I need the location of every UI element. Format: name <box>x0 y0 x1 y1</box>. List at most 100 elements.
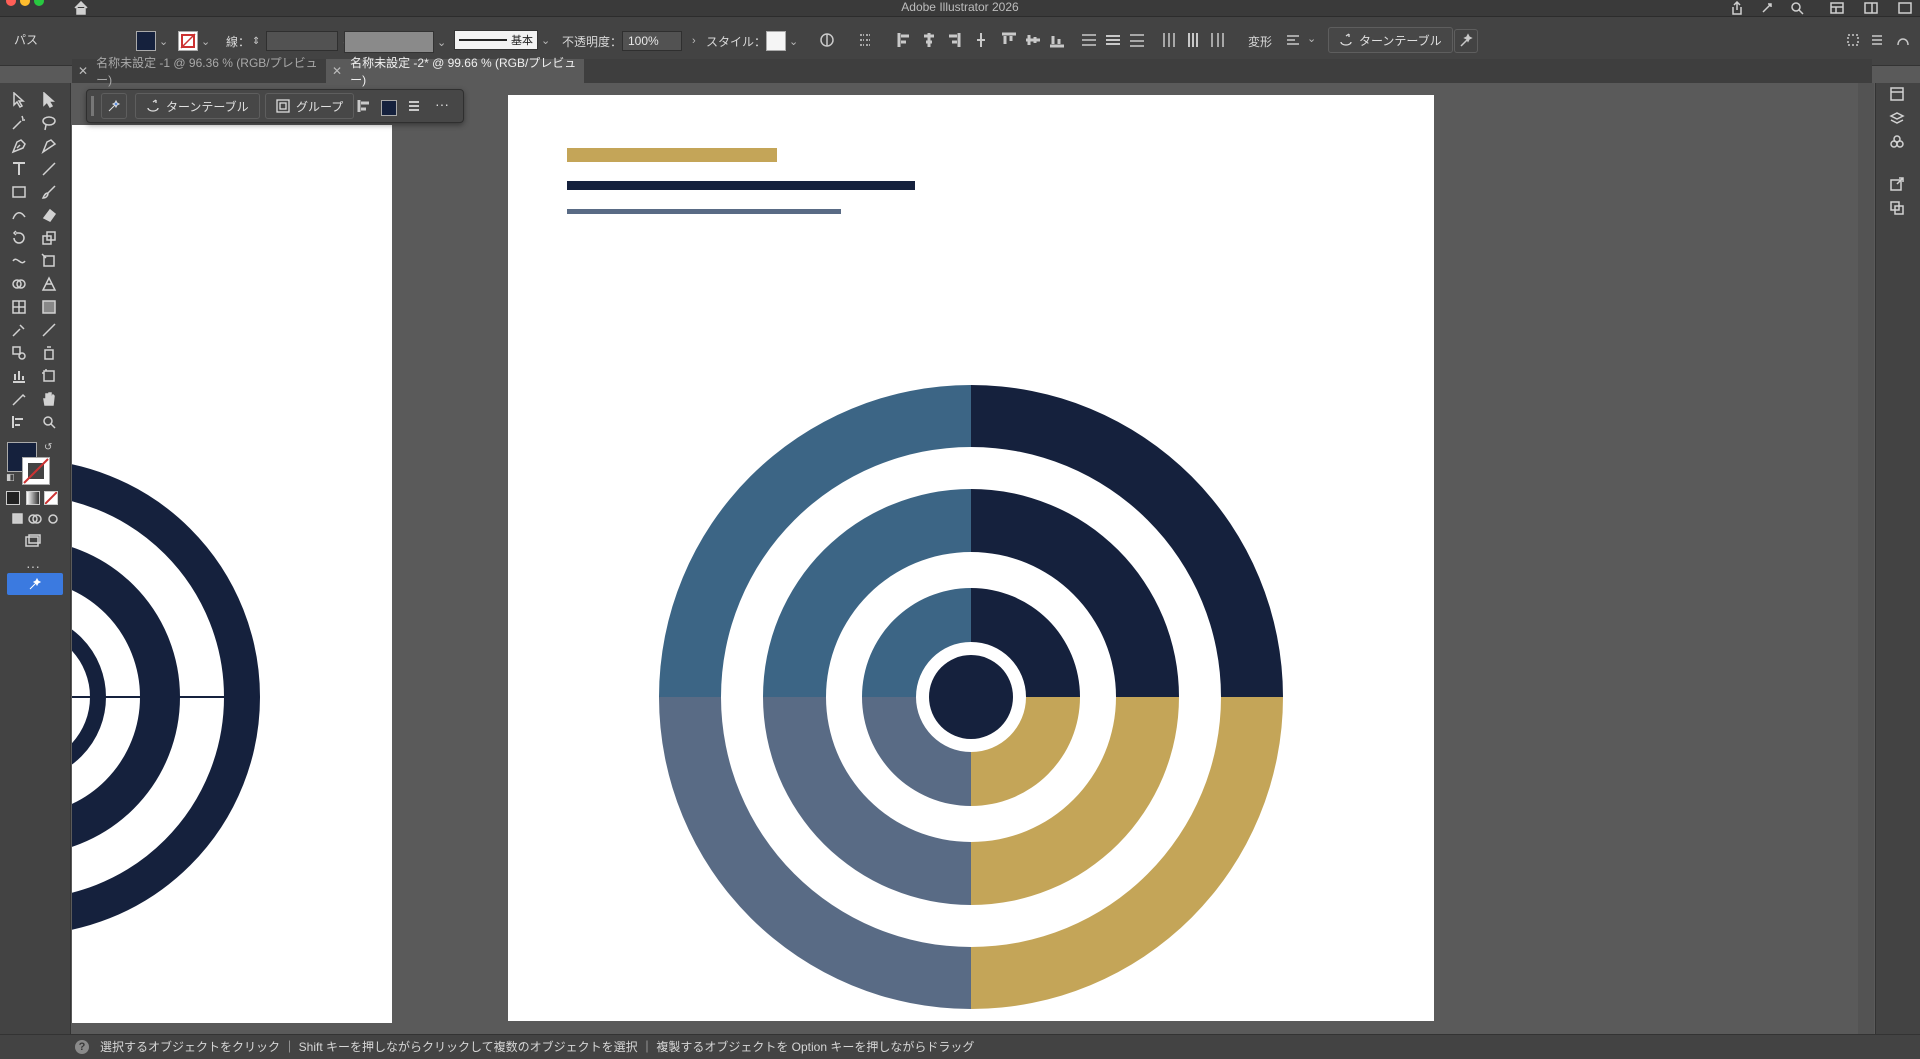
symbol-sprayer-tool-icon[interactable] <box>36 342 62 364</box>
eyedropper-tool-icon[interactable] <box>6 319 32 341</box>
artboard-1[interactable] <box>72 125 392 1023</box>
bullseye[interactable] <box>929 655 1013 739</box>
align-icon[interactable] <box>353 95 375 117</box>
brush-definition[interactable]: 基本 ⌄ <box>454 30 550 50</box>
none-mode-icon[interactable] <box>44 491 58 505</box>
chevron-down-icon[interactable]: ⌄ <box>541 34 550 47</box>
zoom-tool-icon[interactable] <box>36 411 62 433</box>
generative-button[interactable] <box>101 93 127 119</box>
blend-tool-icon[interactable] <box>6 342 32 364</box>
mesh-tool-icon[interactable] <box>6 296 32 318</box>
opacity-control[interactable]: 100% › <box>622 31 696 51</box>
share-icon[interactable] <box>1728 0 1746 16</box>
variable-width-profile[interactable]: ⌄ <box>344 31 446 53</box>
tab-document-2[interactable]: ✕ 名称未設定 -2* @ 99.66 % (RGB/プレビュー) <box>326 56 584 87</box>
tab-document-1[interactable]: ✕ 名称未設定 -1 @ 96.36 % (RGB/プレビュー) <box>72 56 328 87</box>
shaper-tool-icon[interactable] <box>6 204 32 226</box>
discover-icon[interactable] <box>1758 0 1776 16</box>
turntable-button[interactable]: ターンテーブル <box>1328 27 1453 53</box>
color-mode-icon[interactable] <box>6 491 20 505</box>
arrange-icon[interactable] <box>1862 0 1880 16</box>
line-segment-tool-icon[interactable] <box>36 158 62 180</box>
search-icon[interactable] <box>1788 0 1806 16</box>
chevron-down-icon[interactable]: ⌄ <box>789 35 798 48</box>
graphic-style-control[interactable]: ⌄ <box>766 31 798 51</box>
stroke-weight-stepper[interactable]: ⇕ ⌄ <box>252 31 351 51</box>
measure-tool-icon[interactable] <box>36 319 62 341</box>
chevron-right-icon[interactable]: › <box>692 35 696 47</box>
slate-bar[interactable] <box>567 209 841 214</box>
free-transform-tool-icon[interactable] <box>36 250 62 272</box>
navy-bar[interactable] <box>567 181 915 190</box>
direct-selection-tool-icon[interactable] <box>36 89 62 111</box>
lasso-tool-icon[interactable] <box>36 112 62 134</box>
more-icon[interactable]: ··· <box>435 96 449 112</box>
paintbrush-tool-icon[interactable] <box>36 181 62 203</box>
align-vertical-center-icon[interactable] <box>1022 29 1044 51</box>
gradient-tool-icon[interactable] <box>36 296 62 318</box>
artboard-tool-icon[interactable] <box>36 365 62 387</box>
opacity-input[interactable]: 100% <box>622 31 682 51</box>
fill-swatch[interactable] <box>381 100 397 116</box>
chevron-down-icon[interactable]: ⌄ <box>1307 32 1316 45</box>
graph-tool-icon[interactable] <box>6 365 32 387</box>
puppet-warp-icon[interactable] <box>1892 29 1914 51</box>
layers-panel-icon[interactable] <box>1884 107 1910 129</box>
export-panel-icon[interactable] <box>1884 173 1910 195</box>
align-left-icon[interactable] <box>894 29 916 51</box>
properties-menu-icon[interactable] <box>1866 29 1888 51</box>
magic-wand-tool-icon[interactable] <box>6 112 32 134</box>
help-icon[interactable]: ? <box>75 1040 89 1054</box>
vertical-scrollbar[interactable] <box>1858 83 1874 1043</box>
slice-tool-icon[interactable] <box>6 388 32 410</box>
generative-tool-icon[interactable] <box>7 573 63 595</box>
scale-tool-icon[interactable] <box>36 227 62 249</box>
panel-icon[interactable] <box>1896 0 1914 16</box>
screen-mode-icon[interactable] <box>20 530 46 552</box>
align-right-icon[interactable] <box>942 29 964 51</box>
curvature-tool-icon[interactable] <box>36 135 62 157</box>
distribute-left-icon[interactable] <box>1158 29 1180 51</box>
gold-bar[interactable] <box>567 148 777 162</box>
drag-handle[interactable] <box>91 96 94 116</box>
graphic-style-swatch[interactable] <box>766 31 786 51</box>
recolor-icon[interactable] <box>816 29 838 51</box>
workspace-icon[interactable] <box>1828 0 1846 16</box>
properties-panel-icon[interactable] <box>1884 83 1910 105</box>
gradient-mode-icon[interactable] <box>26 491 40 505</box>
libraries-panel-icon[interactable] <box>1884 131 1910 153</box>
variable-width-preview[interactable] <box>344 31 434 53</box>
fill-control[interactable]: ⌄ <box>136 31 168 51</box>
swap-fill-stroke-icon[interactable]: ↺ <box>44 442 52 453</box>
draw-inside-icon[interactable] <box>40 508 66 530</box>
target-graphic[interactable] <box>659 385 1283 1009</box>
align-top-icon[interactable] <box>998 29 1020 51</box>
chevron-down-icon[interactable]: ⌄ <box>437 36 446 49</box>
type-tool-icon[interactable] <box>6 158 32 180</box>
more-options-menu-icon[interactable] <box>403 95 425 117</box>
stroke-swatch[interactable] <box>178 31 198 51</box>
pen-tool-icon[interactable] <box>6 135 32 157</box>
distribute-horizontal-center-icon[interactable] <box>1182 29 1204 51</box>
close-icon[interactable]: ✕ <box>78 64 88 78</box>
align-center-cross-icon[interactable] <box>970 29 992 51</box>
align-panel-tool-icon[interactable] <box>6 411 32 433</box>
stepper-icon[interactable]: ⇕ <box>252 36 260 47</box>
isolate-icon[interactable] <box>1842 29 1864 51</box>
stroke-weight-input[interactable] <box>266 31 339 51</box>
artboards-panel-icon[interactable] <box>1884 197 1910 219</box>
distribute-bottom-icon[interactable] <box>1126 29 1148 51</box>
perspective-grid-tool-icon[interactable] <box>36 273 62 295</box>
selection-tool-icon[interactable] <box>6 89 32 111</box>
rotate-tool-icon[interactable] <box>6 227 32 249</box>
transform-label[interactable]: 変形 <box>1248 33 1272 50</box>
distribute-vertical-center-icon[interactable] <box>1102 29 1124 51</box>
align-to-icon[interactable] <box>856 29 878 51</box>
shape-builder-tool-icon[interactable] <box>6 273 32 295</box>
distribute-top-icon[interactable] <box>1078 29 1100 51</box>
align-horizontal-center-icon[interactable] <box>918 29 940 51</box>
rectangle-tool-icon[interactable] <box>6 181 32 203</box>
artboard-2[interactable] <box>508 95 1434 1021</box>
stroke-color-swatch[interactable] <box>22 457 50 485</box>
align-bottom-icon[interactable] <box>1046 29 1068 51</box>
